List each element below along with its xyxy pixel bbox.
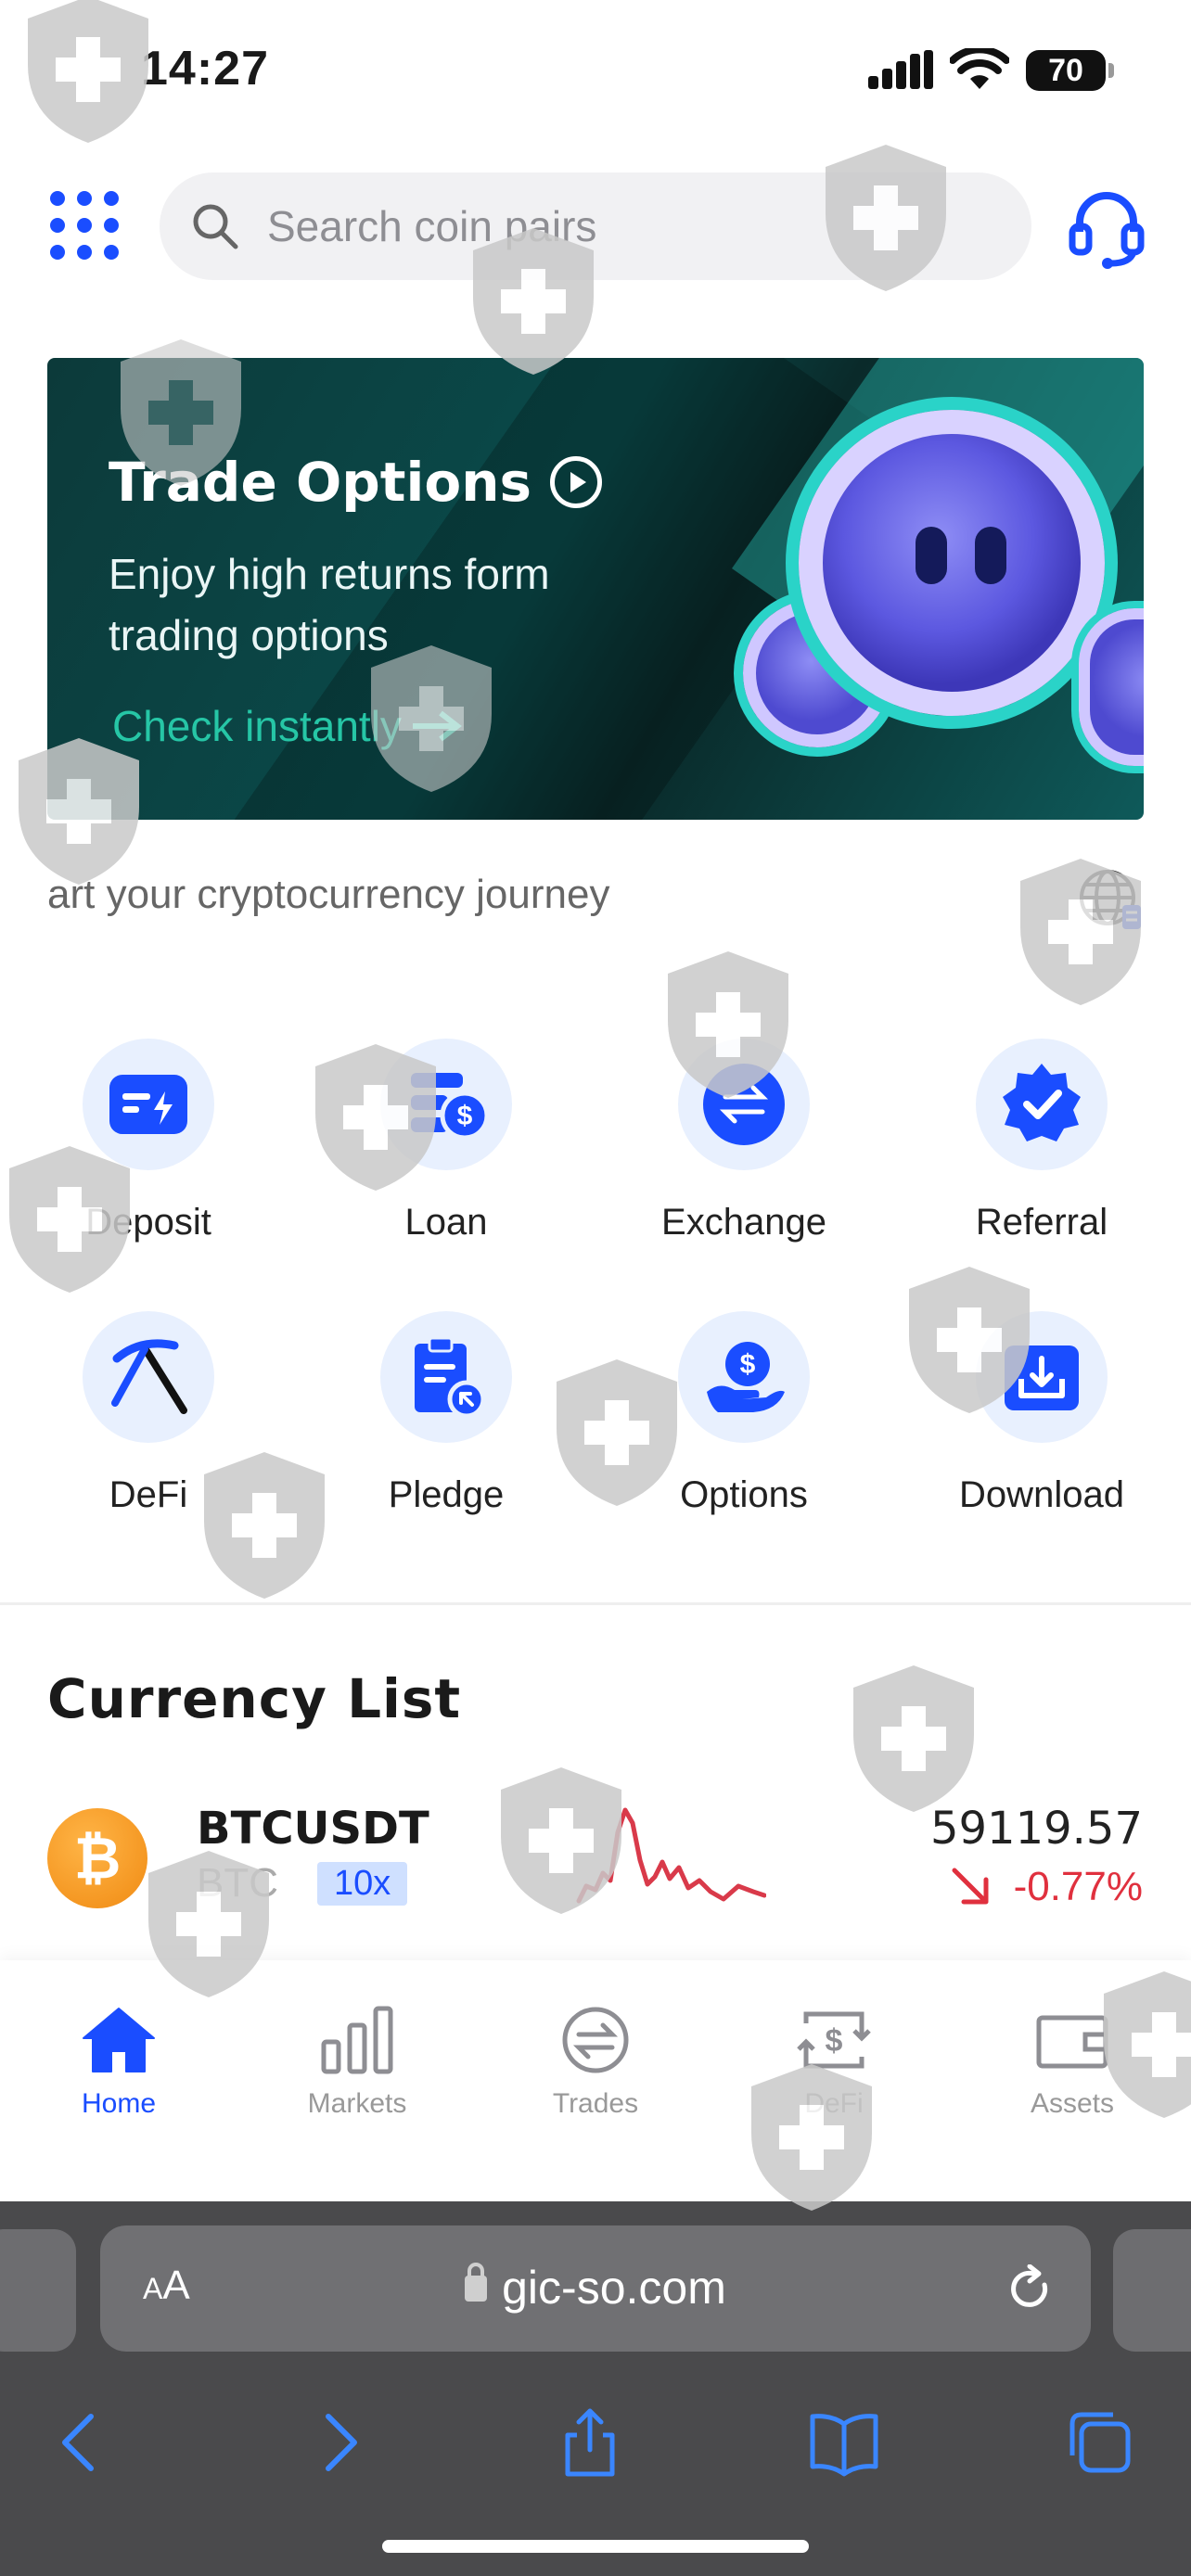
tab-markets[interactable]: Markets <box>274 2005 441 2120</box>
browser-nav-row <box>0 2378 1191 2517</box>
tab-label: Markets <box>307 2088 407 2119</box>
action-options[interactable]: $ Options <box>596 1311 892 1516</box>
action-label: Options <box>680 1474 808 1515</box>
lock-icon <box>465 2263 488 2302</box>
coin-symbol: BTC <box>197 1860 278 1906</box>
svg-text:$: $ <box>740 1349 756 1380</box>
url-field[interactable]: gic-so.com <box>100 2261 1091 2315</box>
defi-dollar-cycle-icon: $ <box>797 2011 871 2069</box>
wallet-icon <box>1036 2015 1108 2069</box>
play-icon <box>550 456 603 508</box>
tab-label: Trades <box>552 2088 639 2119</box>
search-input[interactable] <box>267 201 991 251</box>
tab-label: Assets <box>1030 2088 1115 2119</box>
loan-icon: $ <box>411 1073 490 1141</box>
watermark-shield-icon <box>853 1665 974 1812</box>
banner-link-text: Check instantly <box>112 702 402 750</box>
action-label: Deposit <box>85 1202 211 1243</box>
referral-icon <box>1003 1064 1081 1141</box>
reload-icon[interactable] <box>1005 2264 1054 2313</box>
svg-text:$: $ <box>826 2023 843 2059</box>
trades-exchange-icon <box>562 2007 629 2073</box>
check-instantly-link[interactable]: Check instantly <box>112 701 465 751</box>
action-label: Loan <box>404 1202 488 1243</box>
action-pledge[interactable]: Pledge <box>298 1311 595 1516</box>
deposit-icon <box>109 1075 187 1134</box>
section-divider <box>0 1602 1191 1605</box>
coin-pair: BTCUSDT <box>197 1803 429 1855</box>
tab-defi[interactable]: $ DeFi <box>750 2005 917 2120</box>
battery-indicator: 70 <box>1026 50 1114 91</box>
announcement-marquee[interactable]: art your cryptocurrency journey <box>47 872 1049 918</box>
banner-title: Trade Options <box>109 451 603 514</box>
pledge-icon <box>415 1336 486 1419</box>
action-label: Download <box>959 1474 1124 1515</box>
bitcoin-logo-icon: ₿ <box>47 1808 147 1908</box>
mascot-right-image <box>1079 608 1144 766</box>
header <box>0 167 1191 287</box>
tab-label: DeFi <box>804 2088 864 2119</box>
status-icons: 70 <box>868 48 1114 93</box>
leverage-badge: 10x <box>317 1862 408 1906</box>
action-label: Exchange <box>661 1202 826 1243</box>
bottom-tab-bar: Home Markets Trades $ DeFi Assets <box>0 1960 1191 2201</box>
mascot-image <box>799 410 1105 716</box>
arrow-down-right-icon <box>952 1868 989 1905</box>
previous-tab-preview[interactable] <box>0 2229 76 2352</box>
browser-toolbar: AAAA gic-so.com <box>0 2201 1191 2576</box>
tab-assets[interactable]: Assets <box>989 2005 1156 2120</box>
search-icon <box>193 204 238 249</box>
banner-subtitle: Enjoy high returns form trading options <box>109 550 550 659</box>
next-tab-preview[interactable] <box>1113 2229 1191 2352</box>
exchange-icon <box>703 1064 785 1145</box>
address-bar[interactable]: AAAA gic-so.com <box>100 2225 1091 2352</box>
bookmarks-icon[interactable] <box>807 2405 881 2480</box>
url-text: gic-so.com <box>502 2262 726 2314</box>
menu-grid-icon[interactable] <box>45 185 124 265</box>
action-label: Referral <box>975 1202 1108 1243</box>
currency-row-btcusdt[interactable]: ₿ BTCUSDT BTC 10x 59119.57 -0.77% <box>0 1799 1191 1919</box>
coin-change-value: -0.77% <box>1013 1864 1143 1909</box>
options-icon: $ <box>707 1342 785 1412</box>
pickaxe-icon <box>111 1339 187 1414</box>
tab-home[interactable]: Home <box>35 2005 202 2120</box>
promo-banner[interactable]: Trade Options Enjoy high returns form tr… <box>47 358 1144 820</box>
home-indicator <box>382 2540 809 2553</box>
arrow-right-icon <box>412 710 462 742</box>
tab-trades[interactable]: Trades <box>512 2005 679 2120</box>
action-exchange[interactable]: Exchange <box>596 1039 892 1243</box>
action-defi[interactable]: DeFi <box>0 1311 297 1516</box>
price-sparkline <box>576 1807 766 1904</box>
language-globe-icon[interactable] <box>1078 866 1145 933</box>
svg-text:$: $ <box>457 1101 473 1131</box>
download-icon <box>1005 1345 1079 1410</box>
currency-list-title: Currency List <box>47 1667 462 1730</box>
cellular-signal-icon <box>868 50 933 89</box>
status-time: 14:27 <box>141 42 269 96</box>
banner-title-text: Trade Options <box>109 451 532 514</box>
coin-change: -0.77% <box>949 1864 1143 1910</box>
wifi-icon <box>950 48 1009 89</box>
home-icon <box>83 2008 155 2072</box>
tabs-icon[interactable] <box>1061 2405 1135 2480</box>
customer-support-icon[interactable] <box>1065 185 1148 269</box>
tab-label: Home <box>81 2088 157 2119</box>
back-icon[interactable] <box>43 2405 117 2480</box>
action-deposit[interactable]: Deposit <box>0 1039 297 1243</box>
action-referral[interactable]: Referral <box>893 1039 1190 1243</box>
action-label: Pledge <box>388 1474 505 1515</box>
status-bar: 14:27 70 <box>0 0 1191 139</box>
search-bar[interactable] <box>160 172 1031 280</box>
share-icon[interactable] <box>553 2405 627 2480</box>
coin-price: 59119.57 <box>929 1803 1143 1855</box>
markets-bar-chart-icon <box>321 2006 393 2074</box>
action-download[interactable]: Download <box>893 1311 1190 1516</box>
action-loan[interactable]: $ Loan <box>298 1039 595 1243</box>
forward-icon[interactable] <box>302 2405 377 2480</box>
action-label: DeFi <box>109 1474 188 1515</box>
